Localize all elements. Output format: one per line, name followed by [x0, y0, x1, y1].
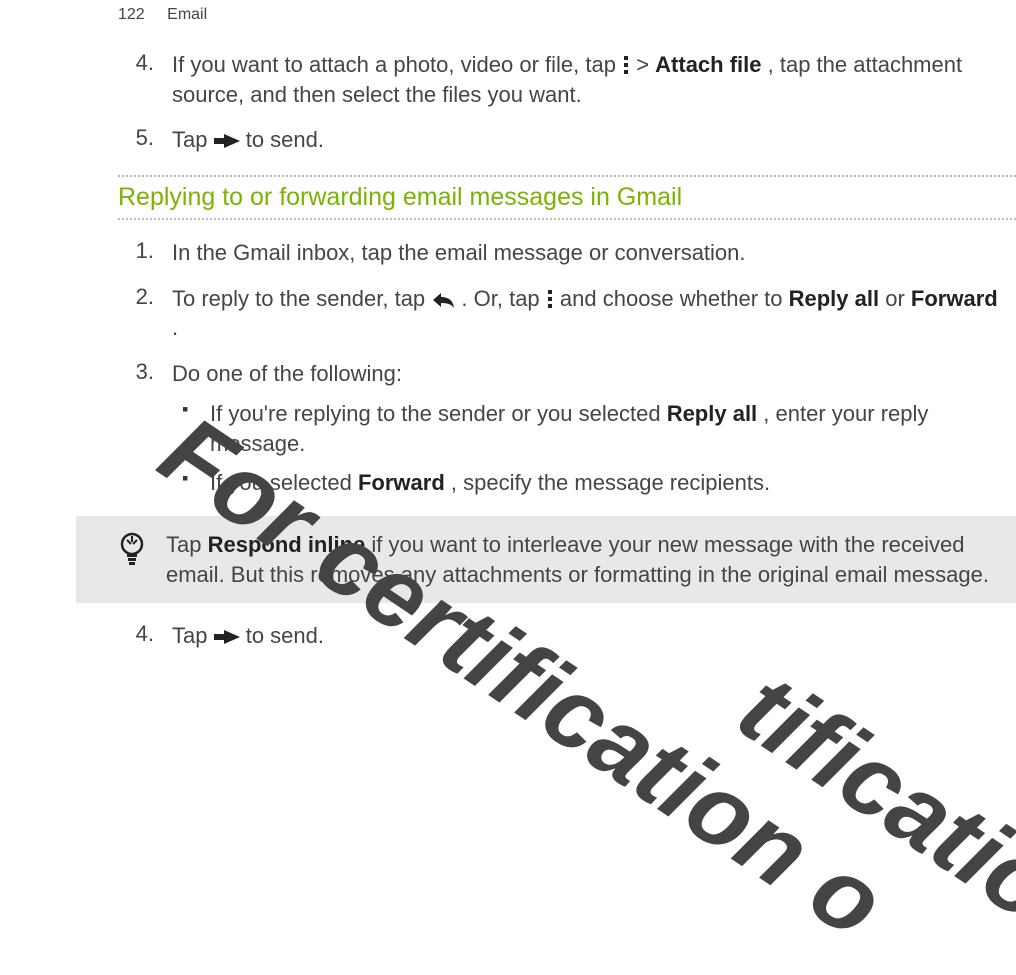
bullet-body: If you're replying to the sender or you … [210, 399, 1016, 458]
page-header: 122 Email [118, 6, 207, 24]
step-4: 4. If you want to attach a photo, video … [118, 50, 1016, 109]
step-number: 4. [118, 50, 172, 109]
watermark-text: tificatio [718, 650, 1016, 944]
tip-icon-wrap [118, 530, 166, 589]
text: Tap [166, 532, 208, 557]
step-body: Tap to send. [172, 125, 1016, 155]
bold-text: Attach file [655, 52, 761, 77]
header-title: Email [167, 6, 207, 23]
step-5: 5. Tap to send. [118, 125, 1016, 155]
bold-text: Reply all [667, 401, 757, 426]
step-body: In the Gmail inbox, tap the email messag… [172, 238, 1016, 268]
bold-text: Reply all [789, 286, 879, 311]
step-number: 3. [118, 359, 172, 389]
step-body: If you want to attach a photo, video or … [172, 50, 1016, 109]
bold-text: Respond inline [208, 532, 366, 557]
send-icon [214, 132, 240, 150]
text: > [636, 52, 655, 77]
text: To reply to the sender, tap [172, 286, 431, 311]
lightbulb-icon [118, 532, 146, 566]
bullet-item: ▪ If you're replying to the sender or yo… [182, 399, 1016, 458]
bold-text: Forward [358, 470, 445, 495]
step-number: 2. [118, 284, 172, 343]
reply-step-3: 3. Do one of the following: [118, 359, 1016, 389]
tip-box: Tap Respond inline if you want to interl… [76, 516, 1016, 603]
overflow-menu-icon [622, 55, 630, 75]
text: to send. [246, 623, 324, 648]
text: . [172, 315, 178, 340]
send-icon [214, 628, 240, 646]
reply-step-4: 4. Tap to send. [118, 621, 1016, 651]
step-body: Do one of the following: [172, 359, 1016, 389]
bold-text: Forward [911, 286, 998, 311]
text: If you selected [210, 470, 358, 495]
bullet-body: If you selected Forward , specify the me… [210, 468, 1016, 498]
text: Tap [172, 623, 214, 648]
text: Tap [172, 127, 214, 152]
bullet-mark: ▪ [182, 468, 210, 498]
overflow-menu-icon [546, 289, 554, 309]
text: If you want to attach a photo, video or … [172, 52, 622, 77]
page-number: 122 [118, 6, 145, 23]
step-number: 4. [118, 621, 172, 651]
reply-icon [431, 291, 455, 309]
step-number: 5. [118, 125, 172, 155]
reply-step-2: 2. To reply to the sender, tap . Or, tap… [118, 284, 1016, 343]
text: If you're replying to the sender or you … [210, 401, 667, 426]
text: , specify the message recipients. [451, 470, 770, 495]
section-heading: Replying to or forwarding email messages… [118, 175, 1016, 220]
bullet-list: ▪ If you're replying to the sender or yo… [182, 399, 1016, 498]
text: . Or, tap [461, 286, 545, 311]
tip-text: Tap Respond inline if you want to interl… [166, 530, 1004, 589]
text: and choose whether to [560, 286, 789, 311]
page-content: 4. If you want to attach a photo, video … [118, 50, 1016, 667]
step-body: To reply to the sender, tap . Or, tap an… [172, 284, 1016, 343]
reply-step-1: 1. In the Gmail inbox, tap the email mes… [118, 238, 1016, 268]
step-number: 1. [118, 238, 172, 268]
bullet-item: ▪ If you selected Forward , specify the … [182, 468, 1016, 498]
bullet-mark: ▪ [182, 399, 210, 458]
text: or [885, 286, 911, 311]
step-body: Tap to send. [172, 621, 1016, 651]
text: to send. [246, 127, 324, 152]
